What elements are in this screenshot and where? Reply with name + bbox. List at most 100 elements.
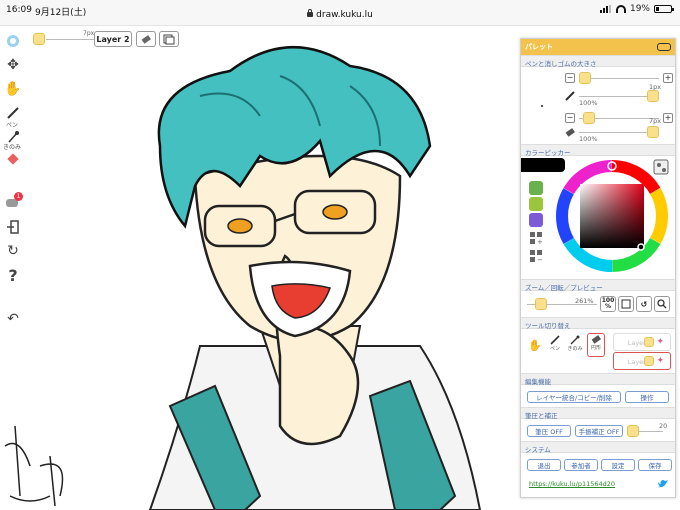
svg-text:+: + [537,238,543,245]
status-bar: 16:09 9月12日(土) draw.kuku.lu 19% [0,0,680,26]
smudge-icon [570,335,580,345]
eraser-opacity-value: 100% [579,135,598,143]
section-label: 筆圧と補正 [525,412,558,420]
palette-panel: パレット ペンと消しゴムの大きさ − + 1px 100% − + 7px 10… [520,38,676,498]
color-wheel-icon[interactable] [4,32,22,50]
layers-icon [163,34,175,45]
help-icon[interactable]: ? [4,266,22,285]
room-link[interactable]: https://kuku.lu/p11564d20 [529,480,615,488]
system-indicators: 19% [599,4,674,14]
eraser-size-value: 7px [649,117,662,125]
redo-icon[interactable]: ↻ [4,242,22,260]
color-wheel[interactable] [555,159,669,273]
hand-icon: ✋ [528,339,542,352]
zoom-knob[interactable] [535,298,547,310]
layer-opacity-knob[interactable] [644,356,654,366]
pressure-toggle-button[interactable]: 筆圧 OFF [527,425,571,437]
pen-size-slider-track[interactable] [46,39,94,40]
section-pen-eraser[interactable]: ペンと消しゴムの大きさ [521,55,675,68]
pen-size-knob[interactable] [579,72,591,84]
signal-icon [599,5,612,13]
zoom-reset-button[interactable]: 100% [600,296,616,312]
section-label: ズーム／回転／プレビュー [525,284,603,292]
layer-row-2[interactable]: Layer2 ✦ [613,352,671,370]
color-swatch-purple[interactable] [529,213,543,227]
lock-icon [307,9,314,17]
pen-size-track[interactable] [579,78,659,79]
color-swatch-lime[interactable] [529,197,543,211]
section-edit[interactable]: 編集機能 [521,373,675,386]
settings-button[interactable]: 設定 [601,459,635,471]
layer-select-button[interactable]: Layer 2 [94,31,132,47]
participants-button[interactable]: 参加者 [564,459,598,471]
rotate-icon: ↺ [640,299,648,309]
stabilizer-value: 20 [659,422,668,430]
hand-icon[interactable]: ✋ [4,80,22,98]
eraser-tool-button[interactable]: 円形 [587,333,605,357]
leave-button[interactable]: 退出 [527,459,561,471]
drawing-canvas[interactable] [0,26,520,510]
section-zoom[interactable]: ズーム／回転／プレビュー [521,279,675,292]
smudge-tool-button[interactable]: きのみ [567,335,583,355]
operate-button[interactable]: 操作 [625,391,669,403]
pen-size-minus[interactable]: − [565,73,575,83]
section-tool-switch[interactable]: ツール切り替え [521,317,675,330]
section-system[interactable]: システム [521,441,675,454]
stabilizer-toggle-button[interactable]: 手振補正 OFF [575,425,623,437]
move-icon[interactable]: ✥ [4,56,22,74]
eraser-size-minus[interactable]: − [565,113,575,123]
stabilizer-knob[interactable] [627,425,639,437]
pen-opacity-knob[interactable] [647,90,659,102]
eraser-icon [591,335,601,344]
eraser-toggle-button[interactable] [136,31,156,47]
preview-button[interactable] [654,296,670,312]
section-label: ペンと消しゴムの大きさ [525,60,597,68]
section-color-picker[interactable]: カラーピッカー [521,144,675,157]
eraser-size-plus[interactable]: + [663,113,673,123]
fit-screen-button[interactable] [618,296,634,312]
section-pressure[interactable]: 筆圧と補正 [521,407,675,420]
pen-size-plus[interactable]: + [663,73,673,83]
undo-icon[interactable]: ↶ [4,310,22,328]
rotate-button[interactable]: ↺ [636,296,652,312]
color-swatch-green[interactable] [529,181,543,195]
section-label: カラーピッカー [525,149,571,157]
battery-percent: 19% [629,4,650,14]
panel-header[interactable]: パレット [521,39,675,55]
pen-tool-button[interactable]: ペン [547,335,563,355]
eraser-size-knob[interactable] [583,112,595,124]
pen-size-slider-knob[interactable] [33,33,45,45]
eraser-tool-label: 円形 [590,345,601,351]
section-label: 編集機能 [525,378,551,386]
eraser-opacity-knob[interactable] [647,126,659,138]
layer-visibility-icon[interactable]: ✦ [656,356,664,366]
pen-icon [565,91,575,101]
exit-door-icon[interactable] [4,218,22,236]
magnifier-icon [657,299,667,309]
battery-icon [654,5,674,13]
save-button[interactable]: 保存 [638,459,672,471]
layer-merge-copy-delete-button[interactable]: レイヤー統合/コピー/削除 [527,391,621,403]
hand-tool-button[interactable]: ✋ [527,339,543,359]
zoom-value: 261% [575,297,594,305]
layer-row-1[interactable]: Layer1 ✦ [613,333,671,351]
eraser-icon[interactable] [4,150,22,168]
layer-visibility-icon[interactable]: ✦ [656,337,664,347]
panel-title: パレット [525,43,553,51]
address-bar[interactable]: draw.kuku.lu [0,9,680,20]
pen-size-value: 7px [83,30,95,37]
twitter-icon[interactable] [657,479,669,489]
smudge-tool-label: きのみ [567,346,583,352]
panel-collapse-button[interactable] [657,43,671,51]
notification-badge: 1 [14,192,23,201]
fit-icon [621,299,631,309]
stabilizer-track[interactable] [639,431,663,432]
url-text: draw.kuku.lu [316,10,373,20]
pen-icon [550,335,560,345]
add-swatch-icon[interactable]: + [529,231,543,245]
remove-swatch-icon[interactable]: − [529,249,543,263]
wifi-icon [615,5,626,13]
layer-opacity-knob[interactable] [644,337,654,347]
layer-panel-button[interactable] [159,31,179,47]
palette-settings-icon[interactable] [653,159,671,177]
